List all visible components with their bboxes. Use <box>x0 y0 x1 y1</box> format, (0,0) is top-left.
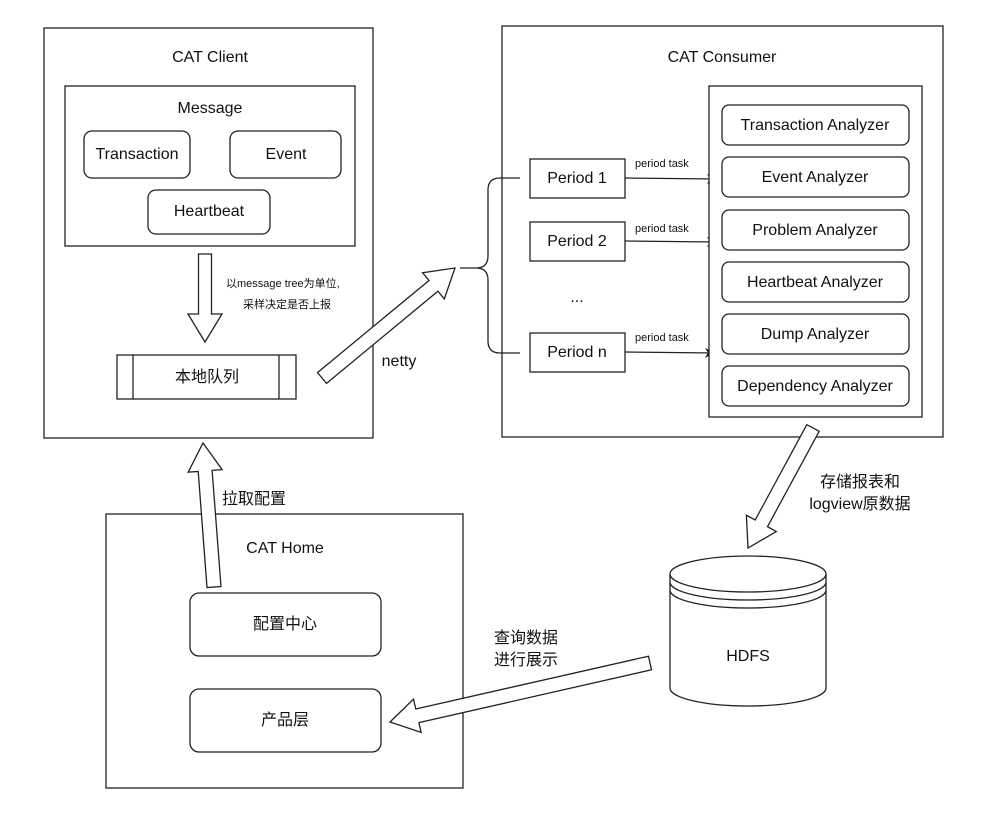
event-label: Event <box>266 146 307 163</box>
hdfs-cylinder: HDFS <box>669 555 827 707</box>
cat-consumer-title: CAT Consumer <box>668 49 777 66</box>
sampling-note-line2: 采样决定是否上报 <box>243 297 331 311</box>
period-1-label: Period 1 <box>547 170 607 187</box>
netty-label: netty <box>382 353 417 370</box>
pull-config-label: 拉取配置 <box>222 490 286 508</box>
local-queue-label: 本地队列 <box>175 368 239 386</box>
analyzer-label: Problem Analyzer <box>752 222 878 239</box>
hdfs-label: HDFS <box>726 648 770 665</box>
query-note-line1: 查询数据 <box>494 629 558 647</box>
sampling-note-line1: 以message tree为单位, <box>226 276 340 290</box>
period-n-label: Period n <box>547 344 607 361</box>
analyzer-label: Dependency Analyzer <box>737 378 893 395</box>
period-task-label-1: period task <box>635 158 689 170</box>
analyzer-label: Transaction Analyzer <box>741 117 890 134</box>
cat-client-title: CAT Client <box>172 49 248 66</box>
cat-home-title: CAT Home <box>246 540 324 557</box>
analyzer-label: Event Analyzer <box>762 169 869 186</box>
period-2-label: Period 2 <box>547 233 607 250</box>
product-layer-label: 产品层 <box>261 711 309 729</box>
storage-note-line1: 存储报表和 <box>820 473 900 491</box>
cat-architecture-diagram: CAT Client Message Transaction Event Hea… <box>43 25 944 789</box>
config-center-label: 配置中心 <box>253 615 317 633</box>
store-arrow <box>745 423 821 550</box>
transaction-label: Transaction <box>96 146 179 163</box>
period-ellipsis: ... <box>570 289 583 306</box>
analyzer-label: Dump Analyzer <box>761 326 870 343</box>
cat-consumer-group: CAT Consumer Period 1 Period 2 ... Perio… <box>460 25 944 438</box>
message-title: Message <box>178 100 243 117</box>
period-task-label-n: period task <box>635 332 689 344</box>
period-task-label-2: period task <box>635 223 689 235</box>
query-note-line2: 进行展示 <box>494 651 558 669</box>
storage-note-line2: logview原数据 <box>809 495 910 513</box>
heartbeat-label: Heartbeat <box>174 203 245 220</box>
analyzer-label: Heartbeat Analyzer <box>747 274 884 291</box>
cat-home-group: CAT Home 配置中心 产品层 <box>105 513 464 789</box>
